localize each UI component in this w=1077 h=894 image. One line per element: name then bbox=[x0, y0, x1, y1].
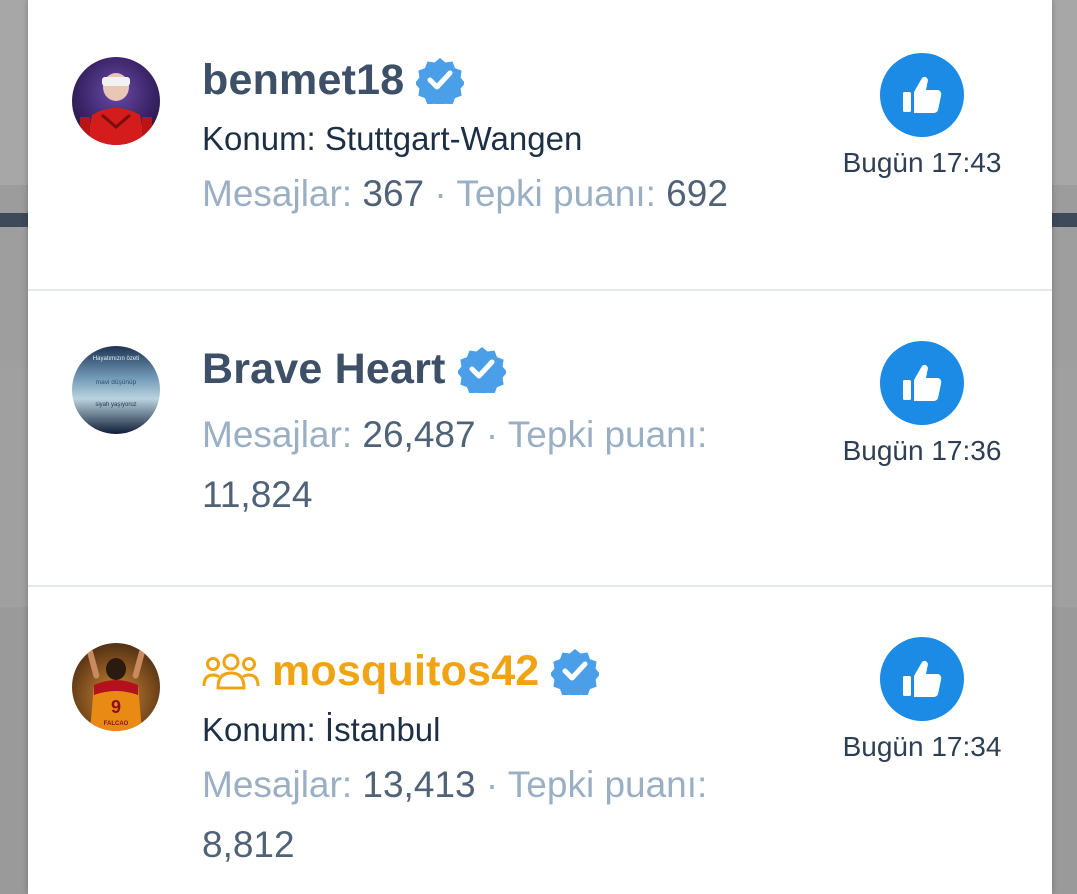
avatar-image: Hayatımızın özeti mavi düşünüp siyah yaş… bbox=[72, 346, 160, 434]
avatar-caption: Hayatımızın özeti bbox=[93, 356, 139, 362]
location-label: Konum: bbox=[202, 711, 316, 748]
verified-badge-icon bbox=[551, 649, 600, 695]
username-link[interactable]: mosquitos42 bbox=[272, 647, 539, 696]
username-link[interactable]: Brave Heart bbox=[202, 345, 446, 394]
user-stats: Mesajlar: 13,413 · Tepki puanı: 8,812 bbox=[202, 755, 782, 875]
messages-label: Mesajlar: bbox=[202, 764, 353, 805]
user-stats: Mesajlar: 367 · Tepki puanı: 692 bbox=[202, 164, 802, 224]
location-line: Konum: İstanbul bbox=[202, 709, 802, 751]
thumbs-up-icon bbox=[903, 364, 942, 401]
avatar[interactable] bbox=[72, 57, 160, 145]
messages-count: 367 bbox=[362, 173, 425, 214]
messages-label: Mesajlar: bbox=[202, 414, 353, 455]
reaction-meta: Bugün 17:34 bbox=[834, 637, 1010, 763]
avatar[interactable]: 9 FALCAO bbox=[72, 643, 160, 731]
avatar-image bbox=[72, 57, 160, 145]
user-info: benmet18 Konum: Stuttgart-Wangen Mesajla… bbox=[202, 52, 802, 224]
thumbs-up-icon bbox=[903, 660, 942, 697]
reaction-score: 692 bbox=[666, 173, 728, 214]
user-stats: Mesajlar: 26,487 · Tepki puanı: 11,824 bbox=[202, 405, 782, 525]
separator: · bbox=[485, 414, 499, 455]
thumbs-up-icon bbox=[903, 76, 942, 113]
reaction-score-label: Tepki puanı: bbox=[456, 173, 656, 214]
jersey-number: 9 bbox=[111, 697, 121, 717]
like-reaction-icon[interactable] bbox=[880, 637, 964, 721]
avatar-image: 9 FALCAO bbox=[72, 643, 160, 731]
like-reaction-icon[interactable] bbox=[880, 53, 964, 137]
jersey-name: FALCAO bbox=[104, 721, 129, 727]
messages-count: 26,487 bbox=[362, 414, 476, 455]
location-label: Konum: bbox=[202, 120, 316, 157]
reaction-row: 9 FALCAO mosquitos42 Konum: İstanbul Mes… bbox=[28, 587, 1052, 894]
reaction-score-label: Tepki puanı: bbox=[507, 414, 708, 455]
reaction-row: benmet18 Konum: Stuttgart-Wangen Mesajla… bbox=[28, 0, 1052, 291]
reaction-score: 8,812 bbox=[202, 824, 295, 865]
reaction-score: 11,824 bbox=[202, 474, 313, 515]
reaction-meta: Bugün 17:36 bbox=[834, 341, 1010, 467]
location-value: İstanbul bbox=[324, 711, 441, 748]
messages-count: 13,413 bbox=[362, 764, 476, 805]
username-link[interactable]: benmet18 bbox=[202, 56, 404, 105]
reaction-row: Hayatımızın özeti mavi düşünüp siyah yaş… bbox=[28, 291, 1052, 587]
location-value: Stuttgart-Wangen bbox=[324, 120, 583, 157]
location-line: Konum: Stuttgart-Wangen bbox=[202, 118, 802, 160]
separator: · bbox=[434, 173, 447, 214]
separator: · bbox=[485, 764, 499, 805]
user-info: Brave Heart Mesajlar: 26,487 · Tepki pua… bbox=[202, 341, 802, 525]
reaction-time: Bugün 17:43 bbox=[842, 147, 1002, 178]
reaction-time: Bugün 17:36 bbox=[842, 435, 1002, 466]
avatar-caption: mavi düşünüp bbox=[96, 379, 137, 386]
staff-group-icon bbox=[202, 653, 260, 690]
like-reaction-icon[interactable] bbox=[880, 341, 964, 425]
messages-label: Mesajlar: bbox=[202, 173, 353, 214]
reactions-list-panel: benmet18 Konum: Stuttgart-Wangen Mesajla… bbox=[28, 0, 1052, 894]
reaction-meta: Bugün 17:43 bbox=[834, 53, 1010, 179]
avatar[interactable]: Hayatımızın özeti mavi düşünüp siyah yaş… bbox=[72, 346, 160, 434]
user-info: mosquitos42 Konum: İstanbul Mesajlar: 13… bbox=[202, 643, 802, 875]
reaction-time: Bugün 17:34 bbox=[842, 731, 1002, 762]
reaction-score-label: Tepki puanı: bbox=[507, 764, 708, 805]
verified-badge-icon bbox=[457, 347, 506, 393]
verified-badge-icon bbox=[416, 58, 465, 104]
avatar-caption: siyah yaşıyoruz bbox=[95, 402, 136, 408]
